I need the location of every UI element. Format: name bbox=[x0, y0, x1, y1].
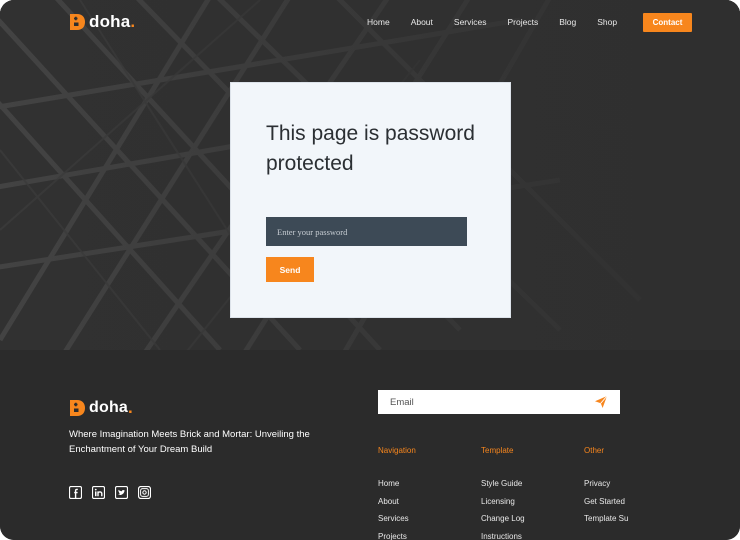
footer-logo[interactable]: doha. bbox=[69, 398, 133, 418]
password-input[interactable] bbox=[266, 217, 467, 246]
footer-link-licensing[interactable]: Licensing bbox=[481, 497, 525, 515]
brand-name: doha bbox=[89, 12, 131, 31]
brand-dot: . bbox=[130, 12, 136, 31]
footer-logo-mark-icon bbox=[70, 400, 85, 416]
facebook-icon[interactable] bbox=[69, 486, 82, 499]
footer-col-other: Other Privacy Get Started Template Su bbox=[584, 446, 628, 532]
nav-item-shop[interactable]: Shop bbox=[597, 17, 617, 27]
nav-item-about[interactable]: About bbox=[411, 17, 433, 27]
footer-col-navigation: Navigation Home About Services Projects bbox=[378, 446, 416, 540]
footer-link-change-log[interactable]: Change Log bbox=[481, 514, 525, 532]
footer-col-heading: Template bbox=[481, 446, 514, 455]
footer-link-template-support[interactable]: Template Su bbox=[584, 514, 628, 532]
contact-button[interactable]: Contact bbox=[643, 13, 692, 32]
nav-item-home[interactable]: Home bbox=[367, 17, 390, 27]
brand-logo[interactable]: doha. bbox=[69, 12, 135, 32]
footer-link-home[interactable]: Home bbox=[378, 479, 416, 497]
footer-brand-dot: . bbox=[128, 398, 133, 417]
instagram-icon[interactable] bbox=[138, 486, 151, 499]
main-nav: Home About Services Projects Blog Shop bbox=[367, 17, 638, 27]
footer-link-privacy[interactable]: Privacy bbox=[584, 479, 628, 497]
page-title: This page is password protected bbox=[266, 122, 475, 175]
logo-mark-icon bbox=[70, 14, 85, 30]
footer-link-services[interactable]: Services bbox=[378, 514, 416, 532]
site-footer: doha. Where Imagination Meets Brick and … bbox=[0, 350, 740, 540]
send-button[interactable]: Send bbox=[266, 257, 314, 282]
footer-link-instructions[interactable]: Instructions bbox=[481, 532, 525, 540]
footer-link-about[interactable]: About bbox=[378, 497, 416, 515]
page: doha. Home About Services Projects Blog … bbox=[0, 0, 740, 540]
email-input[interactable] bbox=[378, 390, 588, 414]
paper-plane-icon[interactable] bbox=[594, 395, 608, 409]
footer-tagline: Where Imagination Meets Brick and Mortar… bbox=[69, 429, 310, 455]
hero-section: doha. Home About Services Projects Blog … bbox=[0, 0, 740, 350]
footer-link-get-started[interactable]: Get Started bbox=[584, 497, 628, 515]
footer-col-template: Template Style Guide Licensing Change Lo… bbox=[481, 446, 525, 540]
footer-col-heading: Navigation bbox=[378, 446, 416, 455]
nav-item-blog[interactable]: Blog bbox=[559, 17, 576, 27]
footer-link-style-guide[interactable]: Style Guide bbox=[481, 479, 525, 497]
footer-col-heading: Other bbox=[584, 446, 605, 455]
nav-item-services[interactable]: Services bbox=[454, 17, 487, 27]
twitter-icon[interactable] bbox=[115, 486, 128, 499]
social-links bbox=[69, 486, 161, 499]
site-header: doha. Home About Services Projects Blog … bbox=[0, 0, 740, 46]
footer-link-projects[interactable]: Projects bbox=[378, 532, 416, 540]
password-card: This page is password protected Send bbox=[230, 82, 511, 318]
linkedin-icon[interactable] bbox=[92, 486, 105, 499]
newsletter-form bbox=[378, 390, 620, 414]
footer-brand-name: doha bbox=[89, 399, 129, 416]
nav-item-projects[interactable]: Projects bbox=[508, 17, 539, 27]
